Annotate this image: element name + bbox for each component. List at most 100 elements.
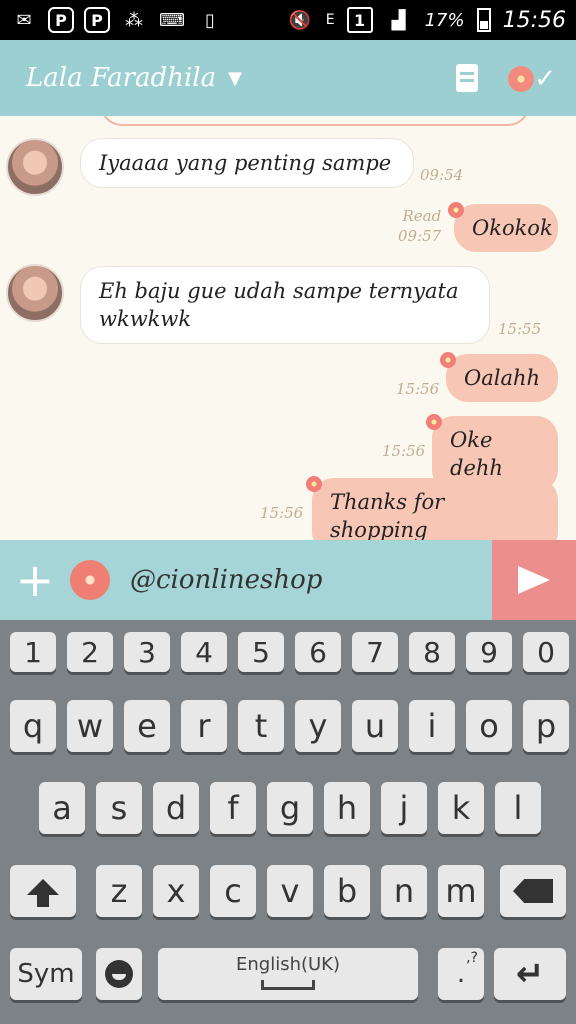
message-incoming[interactable]: Iyaaaa yang penting sampe [80, 138, 414, 188]
battery-percent: 17% [424, 9, 465, 31]
sim-indicator: 1 [346, 7, 373, 33]
check-menu-icon[interactable]: ✓ [508, 60, 556, 96]
key-k[interactable]: k [438, 782, 484, 834]
space-key[interactable]: English(UK) [158, 948, 418, 1000]
key-n[interactable]: n [381, 865, 427, 917]
key-l[interactable]: l [495, 782, 541, 834]
send-button[interactable] [492, 540, 576, 620]
backspace-key[interactable] [500, 865, 566, 917]
key-3[interactable]: 3 [124, 632, 170, 672]
keyboard-icon: ⌨ [159, 9, 185, 31]
read-receipt: Read 09:57 [398, 206, 441, 246]
key-2[interactable]: 2 [67, 632, 113, 672]
dropdown-caret-icon[interactable]: ▼ [228, 68, 242, 89]
smiley-icon [105, 960, 133, 988]
enter-icon: ↵ [515, 954, 545, 994]
message-text: Oke dehh [450, 428, 503, 480]
message-text: Oalahh [464, 366, 541, 390]
message-input[interactable]: @cionlineshop [130, 565, 492, 595]
key-7[interactable]: 7 [352, 632, 398, 672]
period-key[interactable]: . ,? [438, 948, 484, 1000]
key-1[interactable]: 1 [10, 632, 56, 672]
key-w[interactable]: w [67, 700, 113, 752]
flower-icon [306, 476, 322, 492]
avatar[interactable] [6, 138, 64, 196]
enter-key[interactable]: ↵ [494, 948, 566, 1000]
key-r[interactable]: r [181, 700, 227, 752]
key-y[interactable]: y [295, 700, 341, 752]
key-p[interactable]: p [523, 700, 569, 752]
key-0[interactable]: 0 [523, 632, 569, 672]
sym-key[interactable]: Sym [10, 948, 82, 1000]
emoji-key[interactable] [96, 948, 142, 1000]
backspace-icon [513, 879, 553, 903]
message-text-line-2: wkwkwk [99, 307, 192, 331]
flower-icon [508, 66, 534, 92]
message-input-bar: + @cionlineshop [0, 540, 576, 620]
flower-icon [426, 414, 442, 430]
key-m[interactable]: m [438, 865, 484, 917]
period-label: . [456, 959, 466, 989]
message-text: Iyaaaa yang penting sampe [99, 151, 392, 175]
sticker-icon[interactable] [70, 560, 110, 600]
key-a[interactable]: a [39, 782, 85, 834]
key-4[interactable]: 4 [181, 632, 227, 672]
key-b[interactable]: b [324, 865, 370, 917]
message-outgoing[interactable]: Okokok [448, 202, 558, 252]
punct-hint: ,? [466, 950, 478, 966]
clock: 15:56 [502, 7, 566, 33]
message-text-line-1: Eh baju gue udah sampe ternyata [99, 279, 459, 303]
key-v[interactable]: v [267, 865, 313, 917]
avatar[interactable] [6, 264, 64, 322]
p-app-icon: P [48, 7, 74, 33]
key-5[interactable]: 5 [238, 632, 284, 672]
chat-header: Lala Faradhila ▼ ✓ [0, 40, 576, 116]
message-time: 15:55 [498, 320, 542, 338]
key-e[interactable]: e [124, 700, 170, 752]
key-8[interactable]: 8 [409, 632, 455, 672]
status-bar: ✉ P P ⁂ ⌨ ▯ 🔇 E 1 ▟ 17% 15:56 [0, 0, 576, 40]
message-text: Thanks for shopping [330, 490, 445, 540]
key-j[interactable]: j [381, 782, 427, 834]
note-icon[interactable] [456, 64, 478, 92]
message-incoming[interactable]: Eh baju gue udah sampe ternyata wkwkwk [80, 266, 490, 344]
key-c[interactable]: c [210, 865, 256, 917]
key-u[interactable]: u [352, 700, 398, 752]
key-h[interactable]: h [324, 782, 370, 834]
key-d[interactable]: d [153, 782, 199, 834]
contact-name[interactable]: Lala Faradhila [26, 63, 216, 93]
message-text: Okokok [472, 216, 553, 240]
message-time: 09:54 [420, 166, 464, 184]
message-time: 09:57 [398, 227, 442, 245]
screen-timer-icon: ▯ [205, 9, 215, 31]
chat-area[interactable]: Iyaaaa yang penting sampe 09:54 Read 09:… [0, 116, 576, 540]
key-q[interactable]: q [10, 700, 56, 752]
plus-icon[interactable]: + [0, 557, 70, 603]
key-z[interactable]: z [96, 865, 142, 917]
message-time: 15:56 [396, 380, 440, 398]
shift-key[interactable] [10, 865, 76, 917]
message-time: 15:56 [260, 504, 304, 522]
flower-icon [440, 352, 456, 368]
key-i[interactable]: i [409, 700, 455, 752]
key-f[interactable]: f [210, 782, 256, 834]
previous-message-bubble [100, 116, 530, 126]
key-9[interactable]: 9 [466, 632, 512, 672]
bbm-icon: ⁂ [125, 9, 143, 31]
space-icon [261, 980, 315, 990]
signal-icon: ▟ [391, 9, 406, 31]
send-icon [518, 566, 550, 594]
key-x[interactable]: x [153, 865, 199, 917]
shift-icon [27, 879, 59, 907]
key-o[interactable]: o [466, 700, 512, 752]
key-g[interactable]: g [267, 782, 313, 834]
message-time: 15:56 [382, 442, 426, 460]
key-s[interactable]: s [96, 782, 142, 834]
key-t[interactable]: t [238, 700, 284, 752]
message-outgoing[interactable]: Thanks for shopping [306, 476, 558, 540]
message-outgoing[interactable]: Oalahh [440, 352, 558, 402]
mute-icon: 🔇 [288, 9, 311, 31]
checkmark-icon: ✓ [534, 64, 556, 94]
key-6[interactable]: 6 [295, 632, 341, 672]
p-app-icon: P [84, 7, 110, 33]
